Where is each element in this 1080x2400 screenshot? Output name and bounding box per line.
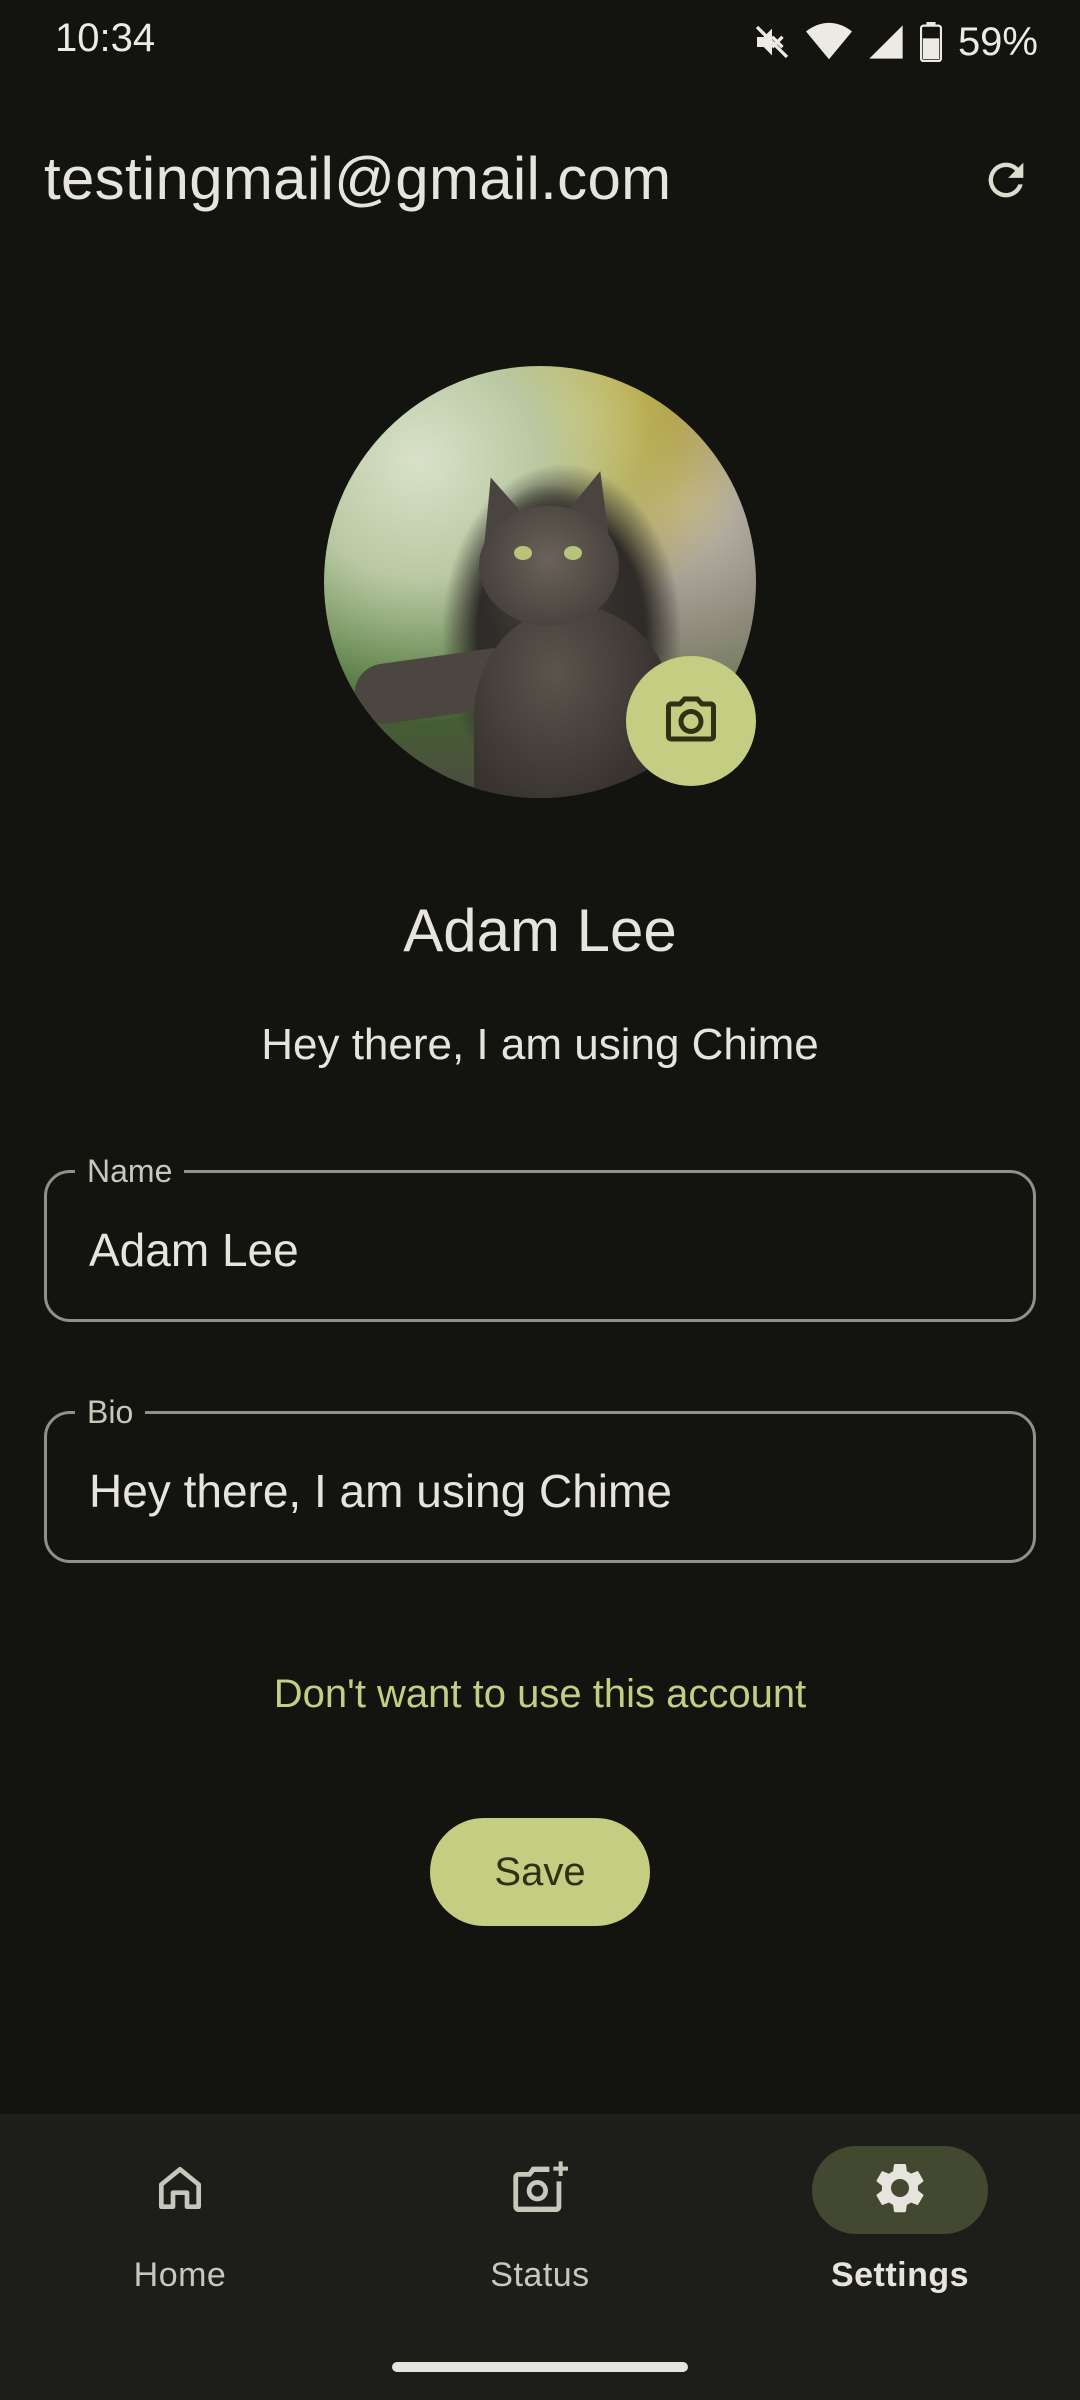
battery-icon [919,22,942,62]
bio-field-value[interactable]: Hey there, I am using Chime [89,1464,672,1518]
save-button[interactable]: Save [430,1818,650,1926]
top-app-bar: testingmail@gmail.com [0,130,1080,240]
mute-icon [752,22,792,62]
nav-item-home[interactable]: Home [0,2146,360,2346]
nav-label-home: Home [133,2256,227,2294]
profile-name: Adam Lee [403,897,677,964]
avatar-container [324,366,756,798]
gesture-navigation-bar[interactable] [392,2362,688,2372]
switch-account-link[interactable]: Don't want to use this account [0,1672,1080,1717]
avatar-cat-head [479,506,619,626]
signal-icon [866,22,906,62]
bottom-navigation: Home Status Settings [0,2114,1080,2400]
settings-screen: 10:34 59% testingmail@gmail.com Adam Lee… [0,0,1080,2400]
avatar-cat-eye [564,546,582,560]
bio-field-label: Bio [75,1392,146,1432]
name-field-value[interactable]: Adam Lee [89,1223,299,1277]
nav-icon-container [452,2146,628,2234]
nav-icon-container-selected [812,2146,988,2234]
change-photo-button[interactable] [626,656,756,786]
bio-field[interactable]: Bio Hey there, I am using Chime [44,1392,1036,1563]
status-bar: 10:34 59% [0,0,1080,84]
nav-item-status[interactable]: Status [360,2146,720,2346]
add-photo-icon [508,2156,572,2225]
battery-percent: 59% [957,19,1038,64]
refresh-icon [980,154,1032,211]
status-icons: 59% [752,18,1038,66]
name-field-label: Name [75,1151,185,1191]
wifi-icon [805,22,852,62]
nav-icon-container [92,2146,268,2234]
camera-icon [661,689,721,754]
refresh-button[interactable] [974,150,1038,214]
account-email: testingmail@gmail.com [44,145,672,212]
avatar-cat-eye [514,546,532,560]
name-field[interactable]: Name Adam Lee [44,1151,1036,1322]
profile-bio: Hey there, I am using Chime [261,1020,819,1069]
nav-label-settings: Settings [830,2256,970,2294]
nav-item-settings[interactable]: Settings [720,2146,1080,2346]
home-icon [152,2160,208,2221]
status-time: 10:34 [55,16,156,60]
nav-label-status: Status [490,2256,590,2294]
gear-icon [870,2158,930,2223]
